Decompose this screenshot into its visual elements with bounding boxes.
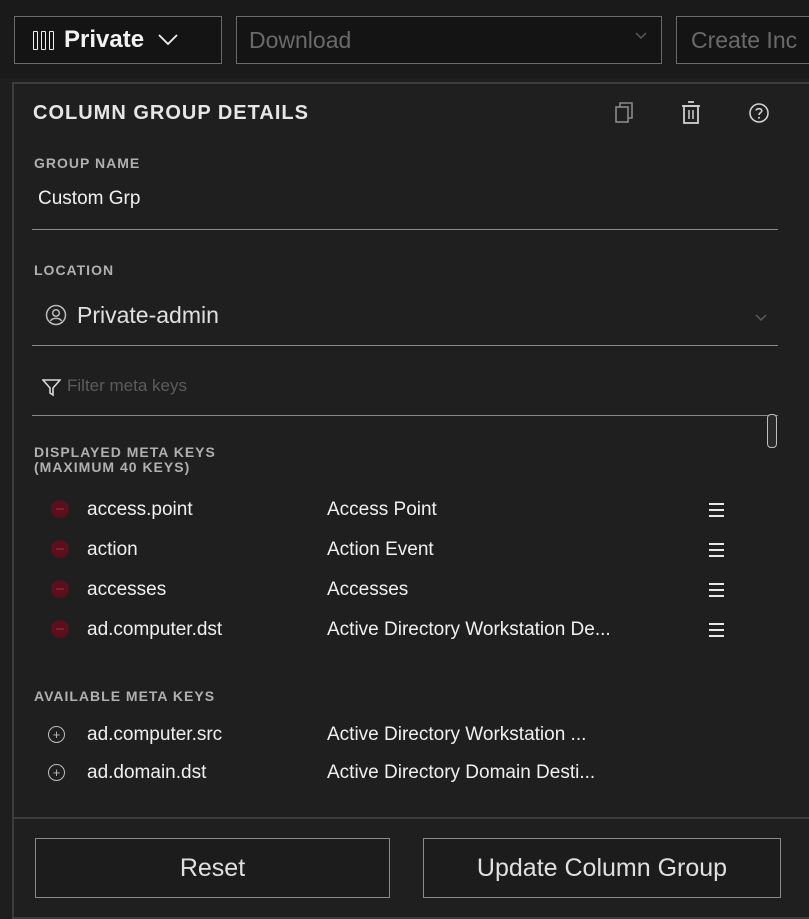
- meta-key-description: Action Event: [327, 539, 434, 560]
- group-name-input[interactable]: Custom Grp: [38, 188, 140, 210]
- column-group-details-panel: COLUMN GROUP DETAILS GROUP NAME Custom G…: [12, 82, 809, 919]
- displayed-meta-keys-label: DISPLAYED META KEYS (MAXIMUM 40 KEYS): [34, 444, 216, 475]
- remove-circle-icon[interactable]: [51, 540, 69, 558]
- available-meta-keys-label: AVAILABLE META KEYS: [34, 688, 216, 704]
- location-label: LOCATION: [34, 262, 115, 278]
- location-dropdown[interactable]: Private-admin: [77, 302, 219, 329]
- remove-circle-icon[interactable]: [51, 500, 69, 518]
- meta-key-description: Accesses: [327, 579, 409, 600]
- filter-meta-keys-input[interactable]: Filter meta keys: [67, 376, 187, 396]
- drag-handle-icon[interactable]: [709, 503, 724, 521]
- divider: [32, 229, 778, 230]
- displayed-key-row: action Action Event: [14, 539, 794, 569]
- add-circle-icon[interactable]: +: [48, 764, 65, 781]
- reset-button[interactable]: Reset: [35, 838, 390, 898]
- filter-icon: [42, 379, 61, 397]
- displayed-key-row: accesses Accesses: [14, 579, 794, 609]
- meta-key-name: ad.computer.src: [87, 724, 223, 745]
- drag-handle-icon[interactable]: [709, 623, 724, 641]
- remove-circle-icon[interactable]: [51, 620, 69, 638]
- meta-key-name: ad.computer.dst: [87, 619, 223, 640]
- trash-icon[interactable]: [679, 100, 703, 126]
- meta-key-name: action: [87, 539, 138, 560]
- add-circle-icon[interactable]: +: [48, 726, 65, 743]
- meta-key-name: accesses: [87, 579, 167, 600]
- download-label: Download: [249, 26, 352, 53]
- top-toolbar: Private Download Create Inc: [0, 0, 809, 78]
- copy-icon[interactable]: [613, 100, 637, 126]
- meta-key-name: ad.domain.dst: [87, 762, 207, 783]
- create-incident-button[interactable]: Create Inc: [676, 16, 809, 64]
- meta-key-description: Access Point: [327, 499, 437, 520]
- divider: [32, 415, 778, 416]
- displayed-key-row: ad.computer.dst Active Directory Worksta…: [14, 619, 794, 649]
- available-key-row: + ad.domain.dst Active Directory Domain …: [14, 762, 794, 792]
- download-dropdown[interactable]: Download: [236, 16, 662, 64]
- chevron-down-icon: [158, 34, 178, 46]
- drag-handle-icon[interactable]: [709, 583, 724, 601]
- meta-key-description: Active Directory Workstation ...: [327, 724, 587, 745]
- column-group-label: Private: [64, 26, 145, 53]
- update-column-group-button[interactable]: Update Column Group: [423, 838, 781, 898]
- available-key-row: + ad.computer.src Active Directory Works…: [14, 724, 794, 754]
- app-frame: Private Download Create Inc COLUMN GROUP…: [0, 0, 809, 919]
- panel-title: COLUMN GROUP DETAILS: [33, 102, 309, 124]
- columns-icon: [33, 30, 54, 50]
- meta-key-description: Active Directory Workstation De...: [327, 619, 611, 640]
- meta-key-description: Active Directory Domain Desti...: [327, 762, 596, 783]
- help-icon[interactable]: [747, 100, 771, 126]
- column-group-dropdown[interactable]: Private: [14, 16, 222, 64]
- footer-divider: [14, 817, 809, 819]
- create-incident-label: Create Inc: [691, 26, 798, 53]
- drag-handle-icon[interactable]: [709, 543, 724, 561]
- meta-key-name: access.point: [87, 499, 193, 520]
- scrollbar-thumb[interactable]: [767, 414, 777, 448]
- user-icon: [45, 304, 67, 326]
- displayed-key-row: access.point Access Point: [14, 499, 794, 529]
- group-name-label: GROUP NAME: [34, 155, 141, 171]
- remove-circle-icon[interactable]: [51, 580, 69, 598]
- chevron-down-icon: [635, 32, 647, 40]
- chevron-down-icon[interactable]: [755, 314, 767, 322]
- divider: [32, 345, 778, 346]
